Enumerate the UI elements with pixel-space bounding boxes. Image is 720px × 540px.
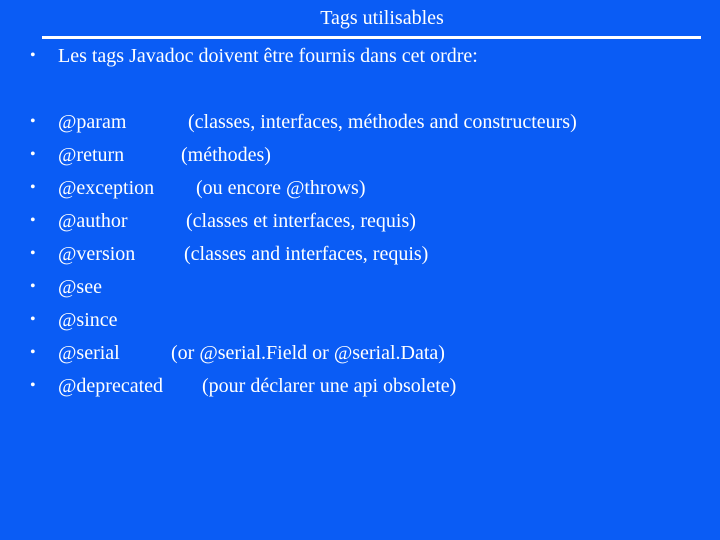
- tag-name: @return: [58, 144, 125, 166]
- intro-text: Les tags Javadoc doivent être fournis da…: [58, 45, 478, 67]
- tag-name: @exception: [58, 177, 155, 199]
- tag-name: @deprecated: [58, 375, 164, 397]
- tag-name: @serial: [58, 342, 120, 364]
- bullet-icon: •: [30, 113, 36, 130]
- tag-description: (classes and interfaces, requis): [184, 243, 429, 265]
- tag-name: @version: [58, 243, 136, 265]
- tag-description: (pour déclarer une api obsolete): [202, 375, 457, 397]
- bullet-icon: •: [30, 344, 36, 361]
- tag-description: (ou encore @throws): [196, 177, 366, 199]
- title-underline: [42, 36, 701, 39]
- tag-description: (classes et interfaces, requis): [186, 210, 416, 232]
- bullet-icon: •: [30, 377, 36, 394]
- tag-name: @see: [58, 276, 102, 298]
- slide-title: Tags utilisables: [320, 7, 444, 29]
- bullet-icon: •: [30, 179, 36, 196]
- tag-item-deprecated: • @deprecated (pour déclarer une api obs…: [0, 374, 456, 470]
- bullet-icon: •: [30, 278, 36, 295]
- bullet-icon: •: [30, 47, 36, 64]
- bullet-icon: •: [30, 212, 36, 229]
- tag-description: (méthodes): [181, 144, 271, 166]
- bullet-icon: •: [30, 146, 36, 163]
- tag-description: (classes, interfaces, méthodes and const…: [188, 111, 577, 133]
- bullet-icon: •: [30, 245, 36, 262]
- intro-item: • Les tags Javadoc doivent être fournis …: [0, 44, 478, 116]
- tag-name: @param: [58, 111, 127, 133]
- tag-name: @author: [58, 210, 128, 232]
- bullet-icon: •: [30, 311, 36, 328]
- tag-description: (or @serial.Field or @serial.Data): [171, 342, 445, 364]
- tag-name: @since: [58, 309, 118, 331]
